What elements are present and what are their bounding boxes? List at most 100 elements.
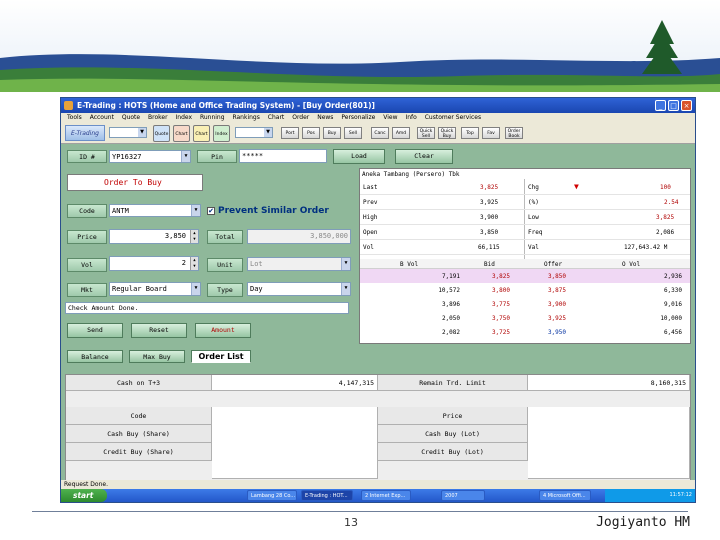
start-button[interactable]: start <box>61 489 107 502</box>
prevent-similar-order[interactable]: ✔ Prevent Similar Order <box>207 205 329 217</box>
menu-rankings[interactable]: Rankings <box>232 114 259 121</box>
quote-label: Vol <box>363 244 374 251</box>
chart-icon[interactable]: Chart <box>173 125 190 142</box>
mkt-field[interactable]: Regular Board ▼ <box>109 282 201 296</box>
cash-buy-lot-label: Cash Buy (Lot) <box>378 425 528 443</box>
depth-row[interactable]: 10,572 3,800 3,875 6,330 <box>360 283 690 297</box>
index-icon[interactable]: Index <box>213 125 230 142</box>
amend-order-button[interactable]: Amd <box>392 127 410 139</box>
chevron-down-icon[interactable]: ▼ <box>181 151 190 162</box>
prevent-similar-checkbox[interactable]: ✔ <box>207 206 215 215</box>
depth-offer: 3,900 <box>547 301 566 308</box>
quick-sell-button[interactable]: Quick Sell <box>417 127 435 139</box>
toolbar-combo-2[interactable]: ▼ <box>235 127 273 138</box>
minimize-button[interactable]: _ <box>655 100 666 111</box>
close-button[interactable]: × <box>681 100 692 111</box>
depth-bid: 3,750 <box>491 315 510 322</box>
menu-info[interactable]: Info <box>405 114 416 121</box>
sell-button[interactable]: Sell <box>344 127 362 139</box>
slide-banner <box>0 0 720 92</box>
menu-running[interactable]: Running <box>200 114 225 121</box>
taskbar-item[interactable]: Lambang 28 Co... <box>247 490 297 501</box>
spinner-arrows-icon[interactable]: ▲ ▼ <box>190 230 198 243</box>
menu-customer-services[interactable]: Customer Services <box>425 114 481 121</box>
menu-view[interactable]: View <box>383 114 397 121</box>
quote-row: Vol 66,115 Val 127,643.42 M <box>360 241 690 255</box>
clear-button[interactable]: Clear <box>395 149 453 164</box>
depth-row[interactable]: 7,191 3,825 3,850 2,936 <box>360 269 690 283</box>
price-col-value <box>528 407 690 479</box>
author-name: Jogiyanto HM <box>596 515 690 530</box>
taskbar-item-active[interactable]: E-Trading : HOT... <box>301 490 353 501</box>
top-button[interactable]: Top <box>461 127 479 139</box>
depth-ovol: 10,000 <box>660 315 682 322</box>
code-col-value <box>212 407 378 479</box>
depth-bvol: 2,050 <box>441 315 460 322</box>
quote-label: Val <box>528 244 539 251</box>
mkt-value: Regular Board <box>112 285 167 293</box>
chevron-down-icon[interactable]: ▼ <box>191 205 200 216</box>
stock-name: Aneka Tambang (Persero) Tbk <box>362 171 460 178</box>
taskbar-item[interactable]: 2 Internet Exp... <box>361 490 411 501</box>
tab-balance[interactable]: Balance <box>67 350 123 363</box>
menu-account[interactable]: Account <box>90 114 114 121</box>
code-field[interactable]: ANTM ▼ <box>109 204 201 217</box>
depth-header: B Vol Bid Offer O Vol <box>360 259 690 269</box>
menu-index[interactable]: Index <box>176 114 193 121</box>
price-field[interactable]: 3,850 ▲ ▼ <box>109 229 199 244</box>
tab-max-buy[interactable]: Max Buy <box>129 350 185 363</box>
id-field[interactable]: YP16327 ▼ <box>109 150 191 163</box>
amount-button[interactable]: Amount <box>195 323 251 338</box>
depth-bvol: 10,572 <box>438 287 460 294</box>
total-label: Total <box>207 230 243 244</box>
spinner-arrows-icon[interactable]: ▲ ▼ <box>190 257 198 270</box>
chevron-down-icon[interactable]: ▼ <box>341 258 350 270</box>
pin-field[interactable]: ***** <box>239 149 327 163</box>
price-col-label: Price <box>378 407 528 425</box>
chevron-down-icon[interactable]: ▼ <box>341 283 350 295</box>
menu-order[interactable]: Order <box>292 114 309 121</box>
load-button[interactable]: Load <box>333 149 385 164</box>
type-field[interactable]: Day ▼ <box>247 282 351 296</box>
depth-ovol: 9,016 <box>663 301 682 308</box>
depth-bvol: 7,191 <box>441 273 460 280</box>
taskbar-item[interactable]: 2007 <box>441 490 485 501</box>
chart-icon-2[interactable]: Chart <box>193 125 210 142</box>
menu-quote[interactable]: Quote <box>122 114 140 121</box>
pos-button[interactable]: Pos <box>302 127 320 139</box>
maximize-button[interactable]: □ <box>668 100 679 111</box>
depth-offer: 3,875 <box>547 287 566 294</box>
code-col-label: Code <box>66 407 212 425</box>
type-value: Day <box>250 285 263 293</box>
chevron-down-icon[interactable]: ▼ <box>191 283 200 295</box>
menu-tools[interactable]: Tools <box>67 114 82 121</box>
quote-value: 2,086 <box>656 229 675 236</box>
quote-icon[interactable]: Quote <box>153 125 170 142</box>
vol-field[interactable]: 2 ▲ ▼ <box>109 256 199 271</box>
depth-row[interactable]: 2,082 3,725 3,950 6,456 <box>360 325 690 339</box>
toolbar-combo-1[interactable]: ▼ <box>109 127 147 138</box>
reset-button[interactable]: Reset <box>131 323 187 338</box>
depth-row[interactable]: 2,050 3,750 3,925 10,000 <box>360 311 690 325</box>
quote-label: Low <box>528 214 539 221</box>
menu-personalize[interactable]: Personalize <box>341 114 375 121</box>
depth-bid: 3,825 <box>491 273 510 280</box>
port-button[interactable]: Port <box>281 127 299 139</box>
quote-value: 3,825 <box>656 214 675 221</box>
send-button[interactable]: Send <box>67 323 123 338</box>
menu-news[interactable]: News <box>317 114 333 121</box>
order-book-button[interactable]: Order Book <box>505 127 523 139</box>
buy-button[interactable]: Buy <box>323 127 341 139</box>
quote-value: 3,925 <box>480 199 499 206</box>
window-title: E-Trading : HOTS (Home and Office Tradin… <box>77 101 375 110</box>
ovol-header: O Vol <box>622 261 641 268</box>
quick-buy-button[interactable]: Quick Buy <box>438 127 456 139</box>
unit-field[interactable]: Lot ▼ <box>247 257 351 271</box>
tab-order-list[interactable]: Order List <box>191 350 251 363</box>
depth-row[interactable]: 3,896 3,775 3,900 9,016 <box>360 297 690 311</box>
menu-broker[interactable]: Broker <box>148 114 168 121</box>
menu-chart[interactable]: Chart <box>268 114 285 121</box>
taskbar-item[interactable]: 4 Microsoft Offi... <box>539 490 591 501</box>
cancel-order-button[interactable]: Canc <box>371 127 389 139</box>
favorite-button[interactable]: Fav <box>482 127 500 139</box>
